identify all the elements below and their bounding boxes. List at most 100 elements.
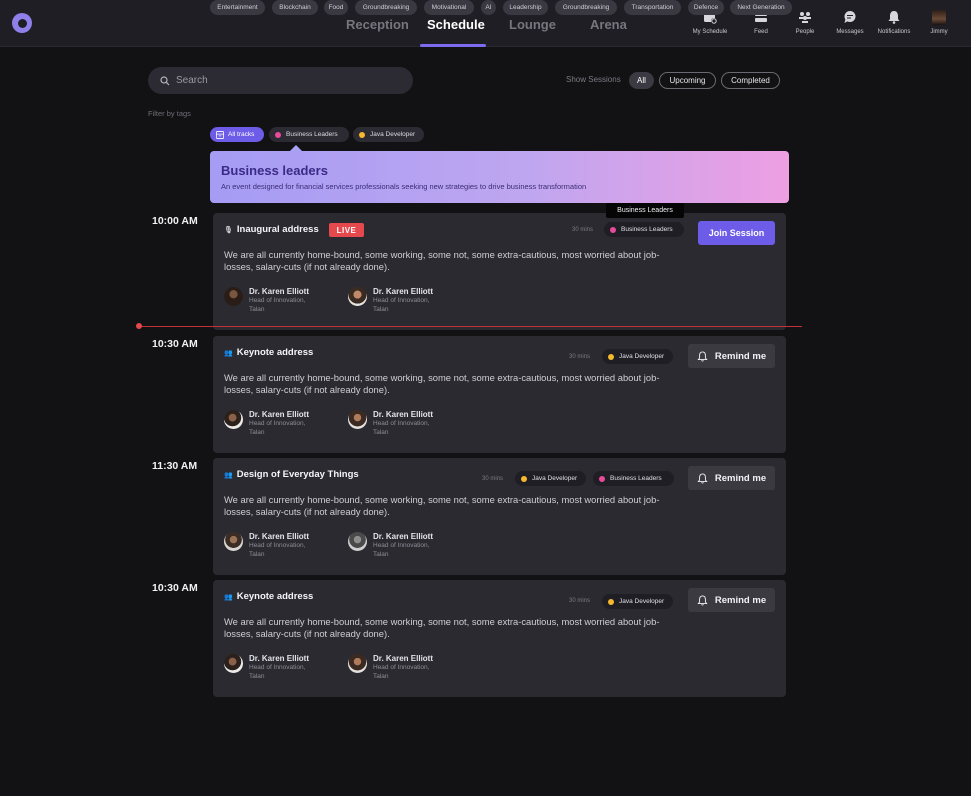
mic-icon: 🎙 — [224, 226, 233, 234]
live-badge: LIVE — [329, 223, 364, 237]
track-java-developer[interactable]: Java Developer — [353, 127, 424, 142]
nav-label: Messages — [836, 29, 864, 35]
session-card[interactable]: 👥 Design of Everyday Things 30 mins Java… — [213, 458, 786, 575]
remind-me-label: Remind me — [714, 594, 767, 606]
session-time: 10:30 AM — [152, 338, 198, 350]
search-input[interactable] — [176, 75, 396, 86]
session-duration: 30 mins — [569, 598, 591, 604]
session-track-chip: Business Leaders — [604, 222, 684, 237]
tag-chip[interactable]: Entertainment — [210, 0, 265, 15]
bell-icon — [697, 350, 708, 361]
tag-chip[interactable]: Next Generation — [730, 0, 792, 15]
speaker-name: Dr. Karen Elliott — [373, 410, 434, 419]
session-description: We are all currently home-bound, some wo… — [224, 372, 660, 395]
tag-chip[interactable]: AI — [481, 0, 496, 15]
bell-icon — [697, 472, 708, 483]
filter-upcoming[interactable]: Upcoming — [659, 72, 716, 89]
speaker-name: Dr. Karen Elliott — [249, 287, 310, 296]
session-time: 11:30 AM — [152, 460, 198, 472]
people-icon — [799, 12, 811, 23]
session-title-row: 🎙 Inaugural address — [224, 224, 319, 235]
speaker-company: Talan — [249, 306, 265, 313]
speaker-name: Dr. Karen Elliott — [373, 287, 434, 296]
track-business-leaders[interactable]: Business Leaders — [269, 127, 349, 142]
filter-all[interactable]: All — [629, 72, 654, 89]
speaker-company: Talan — [373, 673, 389, 680]
nav-label: Jimmy — [930, 29, 948, 35]
tag-chip[interactable]: Blockchain — [272, 0, 318, 15]
track-color-dot — [608, 353, 614, 360]
app-logo[interactable] — [12, 13, 32, 33]
tag-chip[interactable]: Defence — [688, 0, 724, 15]
nav-label: My Schedule — [692, 29, 728, 35]
active-tab-indicator — [420, 44, 486, 47]
track-color-dot — [359, 131, 365, 138]
session-title-row: 👥 Design of Everyday Things — [224, 469, 359, 480]
remind-me-button[interactable]: Remind me — [688, 466, 775, 490]
remind-me-button[interactable]: Remind me — [688, 344, 775, 368]
nav-messages[interactable]: Messages — [826, 10, 874, 35]
session-track-chip: Java Developer — [602, 594, 673, 609]
tag-chip[interactable]: Leadership — [503, 0, 548, 15]
remind-me-label: Remind me — [714, 472, 767, 484]
speaker-role: Head of Innovation, — [373, 542, 430, 549]
tab-reception[interactable]: Reception — [346, 17, 409, 32]
group-icon: 👥 — [224, 471, 233, 479]
speaker-company: Talan — [249, 429, 265, 436]
speaker-name: Dr. Karen Elliott — [249, 532, 310, 541]
tag-chip[interactable]: Motivational — [424, 0, 474, 15]
speaker[interactable]: Dr. Karen Elliott Head of Innovation, Ta… — [224, 410, 309, 437]
speaker-name: Dr. Karen Elliott — [373, 654, 434, 663]
track-color-dot — [608, 598, 614, 605]
speaker[interactable]: Dr. Karen Elliott Head of Innovation, Ta… — [348, 532, 433, 559]
speaker-role: Head of Innovation, — [373, 297, 430, 304]
tab-lounge[interactable]: Lounge — [509, 17, 556, 32]
bell-icon — [697, 594, 708, 605]
filter-by-tags-label: Filter by tags — [148, 109, 191, 118]
session-card[interactable]: 👥 Keynote address 30 mins Java Developer… — [213, 336, 786, 453]
speaker[interactable]: Dr. Karen Elliott Head of Innovation, Ta… — [224, 532, 309, 559]
speaker-company: Talan — [373, 429, 389, 436]
show-sessions-label: Show Sessions — [566, 75, 621, 84]
speaker[interactable]: Dr. Karen Elliott Head of Innovation, Ta… — [348, 654, 433, 681]
search-box[interactable] — [148, 67, 413, 94]
speaker-avatar — [348, 410, 367, 429]
session-description: We are all currently home-bound, some wo… — [224, 494, 660, 517]
track-label: Java Developer — [532, 475, 578, 482]
current-time-line — [139, 326, 802, 327]
tab-arena[interactable]: Arena — [590, 17, 627, 32]
speaker-avatar — [224, 532, 243, 551]
tag-chip[interactable]: Groundbreaking — [555, 0, 617, 15]
track-color-dot — [275, 131, 281, 138]
tag-chip[interactable]: Transportation — [624, 0, 681, 15]
speaker-avatar — [224, 287, 243, 306]
nav-notifications[interactable]: Notifications — [870, 10, 918, 35]
session-time: 10:30 AM — [152, 582, 198, 594]
tag-chip[interactable]: Groundbreaking — [355, 0, 417, 15]
session-title: Design of Everyday Things — [236, 469, 359, 480]
speaker[interactable]: Dr. Karen Elliott Head of Innovation, Ta… — [348, 287, 433, 314]
tag-chip[interactable]: Food — [324, 0, 348, 15]
join-session-button[interactable]: Join Session — [698, 221, 775, 245]
speaker-avatar — [348, 654, 367, 673]
user-avatar — [932, 10, 946, 25]
filter-completed[interactable]: Completed — [721, 72, 780, 89]
nav-label: Notifications — [877, 29, 911, 35]
session-card[interactable]: 🎙 Inaugural address LIVE 30 mins Busines… — [213, 213, 786, 330]
session-title-row: 👥 Keynote address — [224, 591, 313, 602]
speaker-avatar — [224, 654, 243, 673]
speaker[interactable]: Dr. Karen Elliott Head of Innovation, Ta… — [224, 287, 309, 314]
track-all-tracks[interactable]: All tracks — [210, 127, 264, 142]
speaker[interactable]: Dr. Karen Elliott Head of Innovation, Ta… — [224, 654, 309, 681]
session-card[interactable]: 👥 Keynote address 30 mins Java Developer… — [213, 580, 786, 697]
speaker-avatar — [348, 532, 367, 551]
tab-schedule[interactable]: Schedule — [427, 17, 485, 32]
speaker-company: Talan — [249, 551, 265, 558]
speaker[interactable]: Dr. Karen Elliott Head of Innovation, Ta… — [348, 410, 433, 437]
track-color-dot — [610, 226, 616, 233]
remind-me-button[interactable]: Remind me — [688, 588, 775, 612]
grid-icon — [216, 130, 224, 139]
speaker-role: Head of Innovation, — [249, 664, 306, 671]
nav-profile[interactable]: Jimmy — [915, 10, 963, 35]
session-track-chip: Java Developer — [602, 349, 673, 364]
